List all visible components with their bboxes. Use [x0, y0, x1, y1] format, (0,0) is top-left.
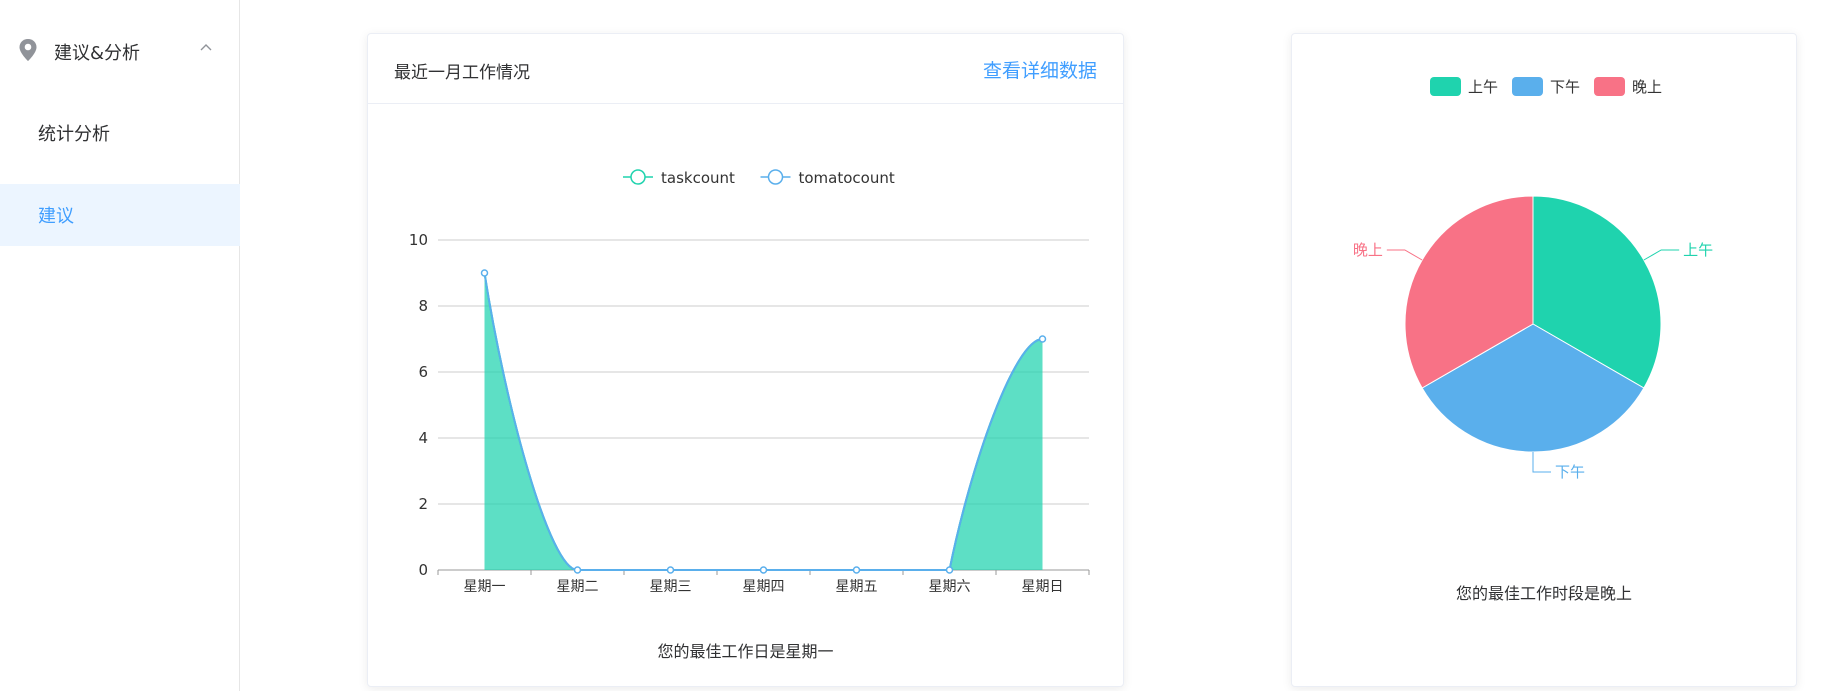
- data-point: [480, 269, 489, 277]
- card-title: 最近一月工作情况: [394, 63, 530, 83]
- data-point: [945, 566, 954, 574]
- legend-label: 上午: [1468, 78, 1498, 96]
- sidebar-item-suggestion[interactable]: 建议: [0, 184, 240, 246]
- legend-swatch: [1430, 77, 1461, 96]
- view-details-link[interactable]: 查看详细数据: [983, 56, 1097, 83]
- x-tick-label: 星期一: [464, 579, 506, 595]
- legend-swatch: [1512, 77, 1543, 96]
- y-tick-label: 6: [418, 363, 428, 381]
- pie-leader-line: [1643, 249, 1680, 261]
- data-point: [573, 566, 582, 574]
- x-tick-label: 星期六: [929, 579, 971, 595]
- series-line-tomatocount: [483, 272, 1043, 572]
- x-tick-label: 星期日: [1022, 579, 1064, 595]
- sidebar-item-statistics[interactable]: 统计分析: [0, 102, 240, 164]
- pie-label: 下午: [1555, 463, 1585, 481]
- time-slot-card: 上午 下午 晚上 上午 下午 晚上 您的最佳工作时段是晚上: [1291, 33, 1797, 687]
- legend-item-0: 上午: [1430, 77, 1498, 96]
- legend-item-taskcount: taskcount: [623, 169, 735, 187]
- data-point: [852, 566, 861, 574]
- legend-item-1: 下午: [1512, 77, 1580, 96]
- legend-label: taskcount: [661, 169, 735, 187]
- x-tick-label: 星期二: [557, 579, 599, 595]
- pie-leader-line: [1386, 249, 1423, 261]
- pie-chart: 上午 下午 晚上上午下午晚上: [1353, 77, 1713, 481]
- best-day-caption: 您的最佳工作日是星期一: [657, 642, 834, 661]
- pie-label: 上午: [1683, 241, 1713, 259]
- legend-swatch: [1594, 77, 1625, 96]
- submenu-analysis[interactable]: 建议&分析: [0, 22, 240, 78]
- data-point: [1038, 335, 1047, 343]
- y-tick-label: 10: [409, 231, 428, 249]
- x-tick-label: 星期三: [650, 579, 692, 595]
- legend-label: 晚上: [1632, 78, 1662, 96]
- legend-label: tomatocount: [799, 169, 895, 187]
- y-tick-label: 4: [418, 429, 428, 447]
- data-point: [759, 566, 768, 574]
- legend-item-2: 晚上: [1594, 77, 1662, 96]
- sidebar: 建议&分析 统计分析 建议: [0, 0, 240, 691]
- legend-label: 下午: [1550, 78, 1580, 96]
- y-tick-label: 2: [418, 495, 428, 513]
- legend-marker: [630, 169, 646, 185]
- x-tick-label: 星期四: [743, 579, 785, 595]
- work-summary-card: 最近一月工作情况 查看详细数据 taskcount tomatocount 0 2 4 6…: [367, 33, 1124, 687]
- sidebar-item-label: 建议: [38, 206, 74, 227]
- location-pin-icon: [19, 39, 37, 61]
- pie-label: 晚上: [1353, 241, 1383, 259]
- legend-item-tomatocount: tomatocount: [760, 169, 895, 187]
- best-time-caption: 您的最佳工作时段是晚上: [1455, 584, 1632, 603]
- submenu-label: 建议&分析: [54, 43, 141, 64]
- sidebar-item-label: 统计分析: [38, 124, 110, 145]
- data-point: [666, 566, 675, 574]
- card-header: 最近一月工作情况 查看详细数据: [368, 34, 1123, 104]
- x-tick-label: 星期五: [836, 579, 878, 595]
- y-tick-label: 0: [418, 561, 428, 579]
- line-chart: taskcount tomatocount 0 2 4 6 8 10 星期一 星期二 星期三 星期四 星…: [409, 169, 1090, 595]
- legend-marker: [767, 169, 784, 185]
- y-tick-label: 8: [418, 297, 428, 315]
- pie-leader-line: [1532, 452, 1551, 473]
- chevron-up-icon[interactable]: [198, 40, 214, 56]
